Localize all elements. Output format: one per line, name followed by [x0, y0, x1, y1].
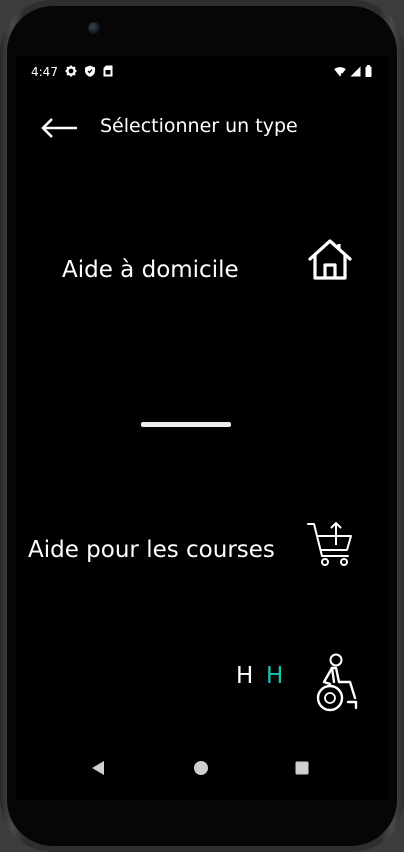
- status-icons-left: [65, 65, 113, 77]
- sim-card-icon: [103, 65, 113, 77]
- shopping-cart-icon: [307, 522, 352, 566]
- system-nav-bar: [16, 746, 388, 790]
- service-label: Aide à domicile: [62, 257, 239, 283]
- letter-h-white: H: [236, 663, 254, 689]
- wheelchair-icon: [316, 653, 358, 712]
- back-button[interactable]: [40, 116, 80, 140]
- service-item-mobility[interactable]: H H: [16, 646, 388, 726]
- arrow-left-icon: [41, 118, 77, 138]
- gear-icon: [65, 65, 77, 77]
- status-time: 4:47: [31, 65, 58, 79]
- nav-recents-icon[interactable]: [295, 761, 309, 775]
- nav-back-icon[interactable]: [91, 760, 105, 776]
- battery-icon: [365, 65, 372, 77]
- camera-icon: [88, 22, 100, 34]
- service-label: Aide pour les courses: [28, 537, 275, 563]
- status-icons-right: [334, 65, 372, 77]
- page-title: Sélectionner un type: [100, 115, 298, 137]
- app-bar: Sélectionner un type: [16, 94, 388, 154]
- nav-home-icon[interactable]: [193, 760, 209, 776]
- house-icon: [308, 239, 352, 280]
- service-item-home-help[interactable]: Aide à domicile: [16, 226, 388, 316]
- divider: [141, 422, 231, 427]
- letter-h-teal: H: [266, 663, 284, 689]
- wifi-off-icon: [334, 66, 346, 77]
- app-screen: 4:47 Sélectionner un type Aide à domicil…: [16, 56, 388, 800]
- shield-icon: [85, 65, 95, 77]
- service-item-shopping-help[interactable]: Aide pour les courses: [16, 506, 388, 596]
- signal-icon: [350, 66, 361, 76]
- status-bar: 4:47: [16, 56, 388, 88]
